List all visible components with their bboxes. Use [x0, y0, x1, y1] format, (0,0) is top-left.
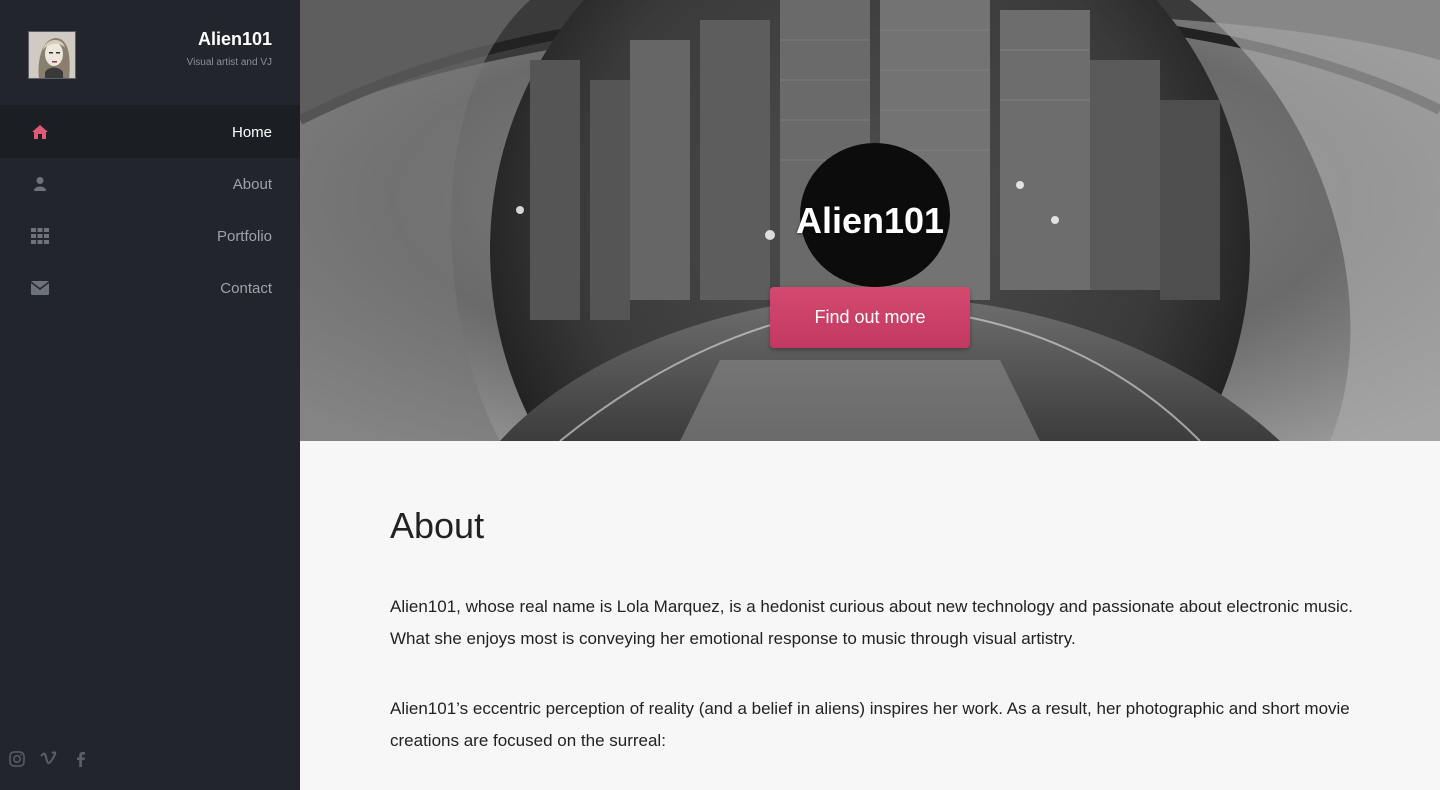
social-links: [8, 750, 90, 768]
grid-icon: [30, 226, 50, 246]
facebook-icon[interactable]: [72, 750, 90, 768]
site-tagline: Visual artist and VJ: [186, 57, 272, 68]
about-section: About Alien101, whose real name is Lola …: [300, 441, 1440, 790]
envelope-icon: [30, 278, 50, 298]
find-out-more-button[interactable]: Find out more: [770, 287, 970, 348]
about-paragraph-1: Alien101, whose real name is Lola Marque…: [390, 597, 1353, 648]
site-name[interactable]: Alien101: [198, 29, 272, 50]
nav-item-contact[interactable]: Contact: [0, 262, 300, 314]
nav-item-about[interactable]: About: [0, 158, 300, 210]
nav-item-home[interactable]: Home: [0, 106, 300, 158]
about-heading: About: [390, 505, 485, 546]
vimeo-icon[interactable]: [40, 750, 58, 768]
nav-label-about: About: [232, 175, 272, 193]
hero-banner: Alien101 Find out more: [300, 0, 1440, 441]
avatar[interactable]: [28, 31, 76, 79]
nav-label-contact: Contact: [220, 279, 272, 297]
profile-header: Alien101 Visual artist and VJ: [0, 0, 300, 106]
sidebar: Alien101 Visual artist and VJ Home About: [0, 0, 300, 790]
nav-item-portfolio[interactable]: Portfolio: [0, 210, 300, 262]
instagram-icon[interactable]: [8, 750, 26, 768]
hero-title: Alien101: [795, 200, 945, 241]
about-paragraph-2: Alien101’s eccentric perception of reali…: [390, 699, 1350, 750]
main-nav: Home About Portfolio Contact: [0, 106, 300, 314]
home-icon: [30, 122, 50, 142]
nav-label-portfolio: Portfolio: [216, 227, 272, 245]
user-icon: [30, 174, 50, 194]
nav-label-home: Home: [231, 123, 272, 141]
